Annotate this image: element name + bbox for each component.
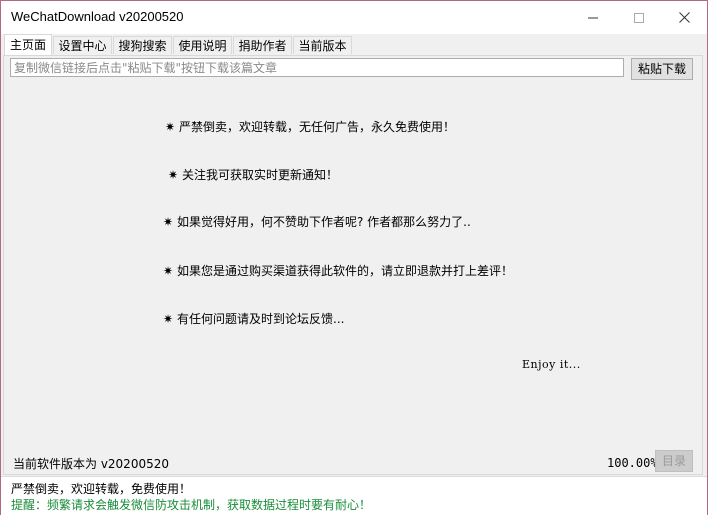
status-bar: 严禁倒卖，欢迎转载，免费使用！ 提醒：频繁请求会触发微信防攻击机制，获取数据过程… <box>1 476 707 515</box>
star-icon: ✷ <box>165 120 176 134</box>
status-line-2: 提醒：频繁请求会触发微信防攻击机制，获取数据过程时要有耐心！ <box>11 498 372 512</box>
paste-download-button[interactable]: 粘贴下载 <box>631 58 693 80</box>
close-icon <box>678 12 690 23</box>
note-item: ✷ 关注我可获取实时更新通知！ <box>168 168 339 182</box>
title-bar: WeChatDownload v20200520 <box>1 1 707 34</box>
star-icon: ✷ <box>168 168 179 182</box>
note-item: ✷ 如果觉得好用，何不赞助下作者呢? 作者都那么努力了.. <box>163 215 471 229</box>
close-button[interactable] <box>661 1 707 34</box>
progress-percent: 100.00% <box>607 456 658 470</box>
note-item: ✷ 有任何问题请及时到论坛反馈... <box>163 312 345 326</box>
tab-instructions[interactable]: 使用说明 <box>173 36 232 54</box>
tab-strip: 主页面 设置中心 搜狗搜索 使用说明 捐助作者 当前版本 <box>1 34 707 55</box>
note-item: ✷ 如果您是通过购买渠道获得此软件的，请立即退款并打上差评！ <box>163 264 514 278</box>
note-item: ✷ 严禁倒卖，欢迎转载，无任何广告，永久免费使用！ <box>165 120 456 134</box>
star-icon: ✷ <box>163 264 174 278</box>
tab-settings[interactable]: 设置中心 <box>53 36 112 54</box>
window-title: WeChatDownload v20200520 <box>11 9 184 24</box>
minimize-button[interactable] <box>570 1 616 34</box>
status-line-1: 严禁倒卖，欢迎转载，免费使用！ <box>11 482 192 496</box>
directory-button[interactable]: 目录 <box>655 450 693 472</box>
tab-donate[interactable]: 捐助作者 <box>233 36 292 54</box>
star-icon: ✷ <box>163 215 174 229</box>
software-version-label: 当前软件版本为 v20200520 <box>13 457 169 471</box>
tab-sogou-search[interactable]: 搜狗搜索 <box>113 36 172 54</box>
tab-home[interactable]: 主页面 <box>4 34 52 55</box>
tab-current-version[interactable]: 当前版本 <box>293 36 352 54</box>
star-icon: ✷ <box>163 312 174 326</box>
minimize-icon <box>588 17 598 18</box>
maximize-icon <box>634 12 644 23</box>
maximize-button[interactable] <box>616 1 662 34</box>
app-window: WeChatDownload v20200520 主页面 设置中心 搜狗搜索 使… <box>0 0 708 515</box>
article-url-input[interactable] <box>10 58 624 77</box>
enjoy-text: Enjoy it... <box>522 358 581 371</box>
